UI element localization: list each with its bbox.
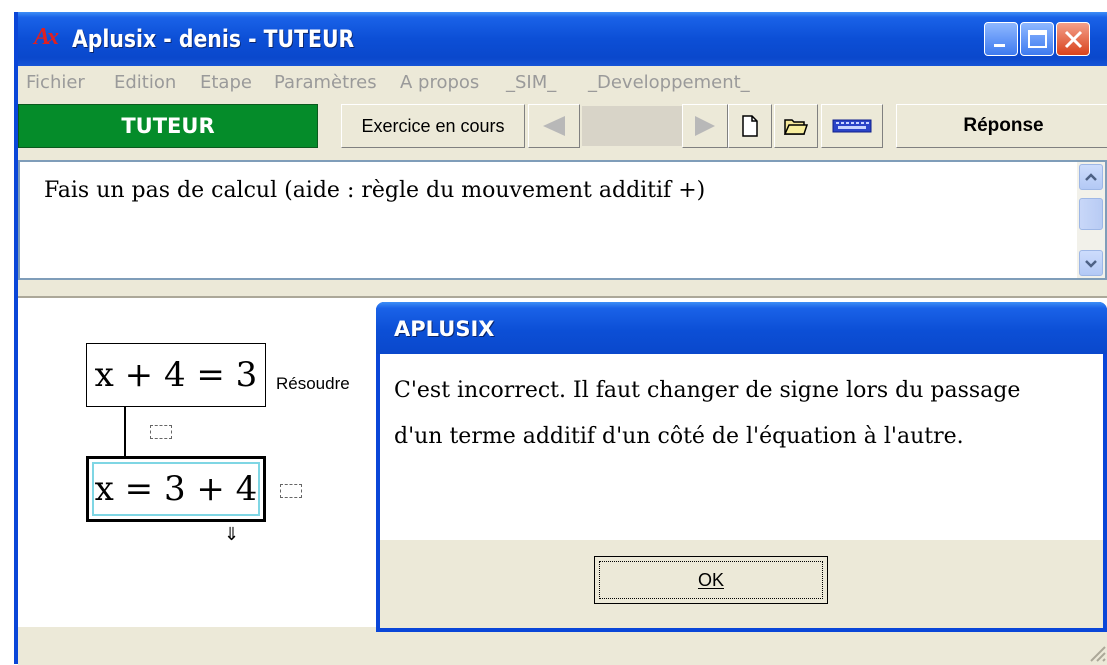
open-folder-button[interactable] bbox=[774, 104, 818, 148]
next-button[interactable] bbox=[682, 104, 728, 148]
equation-box-initial[interactable]: x + 4 = 3 bbox=[86, 343, 266, 407]
dialog-title: APLUSIX bbox=[394, 317, 495, 341]
menu-developpement[interactable]: _Developpement_ bbox=[588, 72, 750, 93]
equation-focus-ring bbox=[92, 462, 260, 516]
equation-initial: x + 4 = 3 bbox=[94, 355, 258, 395]
previous-button[interactable] bbox=[528, 104, 580, 148]
keyboard-button[interactable] bbox=[821, 104, 883, 148]
solve-label: Résoudre bbox=[276, 374, 350, 393]
menu-bar: Fichier Edition Etape Paramètres A propo… bbox=[18, 66, 1107, 98]
chevron-up-icon bbox=[1085, 173, 1097, 181]
dialog-message-line-1: C'est incorrect. Il faut changer de sign… bbox=[394, 378, 1021, 403]
dialog-message: C'est incorrect. Il faut changer de sign… bbox=[380, 354, 1103, 540]
keyboard-icon bbox=[832, 119, 872, 133]
dialog-title-bar[interactable]: APLUSIX bbox=[376, 302, 1107, 354]
window-title: Aplusix - denis - TUTEUR bbox=[72, 25, 355, 53]
answer-button[interactable]: Réponse bbox=[896, 104, 1107, 148]
chevron-down-icon bbox=[1085, 260, 1097, 268]
menu-a-propos[interactable]: A propos bbox=[400, 72, 479, 93]
menu-fichier[interactable]: Fichier bbox=[26, 72, 85, 93]
empty-slot[interactable] bbox=[280, 484, 302, 498]
new-document-button[interactable] bbox=[728, 104, 772, 148]
equation-box-current[interactable]: x = 3 + 4 bbox=[86, 456, 266, 522]
message-scrollbar[interactable] bbox=[1077, 162, 1105, 278]
dialog-body: C'est incorrect. Il faut changer de sign… bbox=[380, 354, 1103, 628]
title-bar[interactable]: Ax Aplusix - denis - TUTEUR bbox=[18, 12, 1107, 66]
menu-edition[interactable]: Edition bbox=[114, 72, 176, 93]
maximize-button[interactable] bbox=[1020, 22, 1054, 56]
minimize-icon bbox=[994, 44, 1005, 47]
step-indicator bbox=[582, 106, 682, 146]
arrow-right-icon bbox=[695, 116, 715, 136]
scroll-up-button[interactable] bbox=[1079, 164, 1103, 190]
step-connector bbox=[124, 407, 126, 456]
close-button[interactable] bbox=[1056, 22, 1090, 56]
current-exercise-button[interactable]: Exercice en cours bbox=[341, 104, 525, 148]
message-panel: Fais un pas de calcul (aide : règle du m… bbox=[18, 160, 1107, 280]
scroll-thumb[interactable] bbox=[1079, 198, 1103, 230]
pointer-cursor-icon: ⇓ bbox=[224, 524, 240, 544]
mode-indicator: TUTEUR bbox=[18, 104, 318, 148]
menu-etape[interactable]: Etape bbox=[200, 72, 252, 93]
menu-parametres[interactable]: Paramètres bbox=[274, 72, 377, 93]
app-logo: Ax bbox=[34, 24, 59, 50]
toolbar: TUTEUR Exercice en cours Réponse bbox=[18, 104, 1107, 154]
ok-button[interactable]: OK bbox=[594, 556, 828, 604]
folder-icon bbox=[784, 119, 808, 135]
message-dialog: APLUSIX C'est incorrect. Il faut changer… bbox=[376, 302, 1107, 632]
maximize-icon bbox=[1028, 30, 1047, 48]
arrow-left-icon bbox=[543, 116, 565, 136]
ok-button-label: OK bbox=[697, 569, 724, 590]
tutor-message: Fais un pas de calcul (aide : règle du m… bbox=[44, 178, 706, 203]
menu-sim[interactable]: _SIM_ bbox=[506, 72, 556, 93]
empty-slot[interactable] bbox=[150, 425, 172, 439]
minimize-button[interactable] bbox=[984, 22, 1018, 56]
close-icon bbox=[1064, 30, 1083, 49]
scroll-down-button[interactable] bbox=[1079, 250, 1103, 276]
dialog-message-line-2: d'un terme additif d'un côté de l'équati… bbox=[394, 424, 964, 449]
new-document-icon bbox=[742, 115, 758, 137]
resize-grip-icon[interactable] bbox=[1087, 643, 1107, 663]
